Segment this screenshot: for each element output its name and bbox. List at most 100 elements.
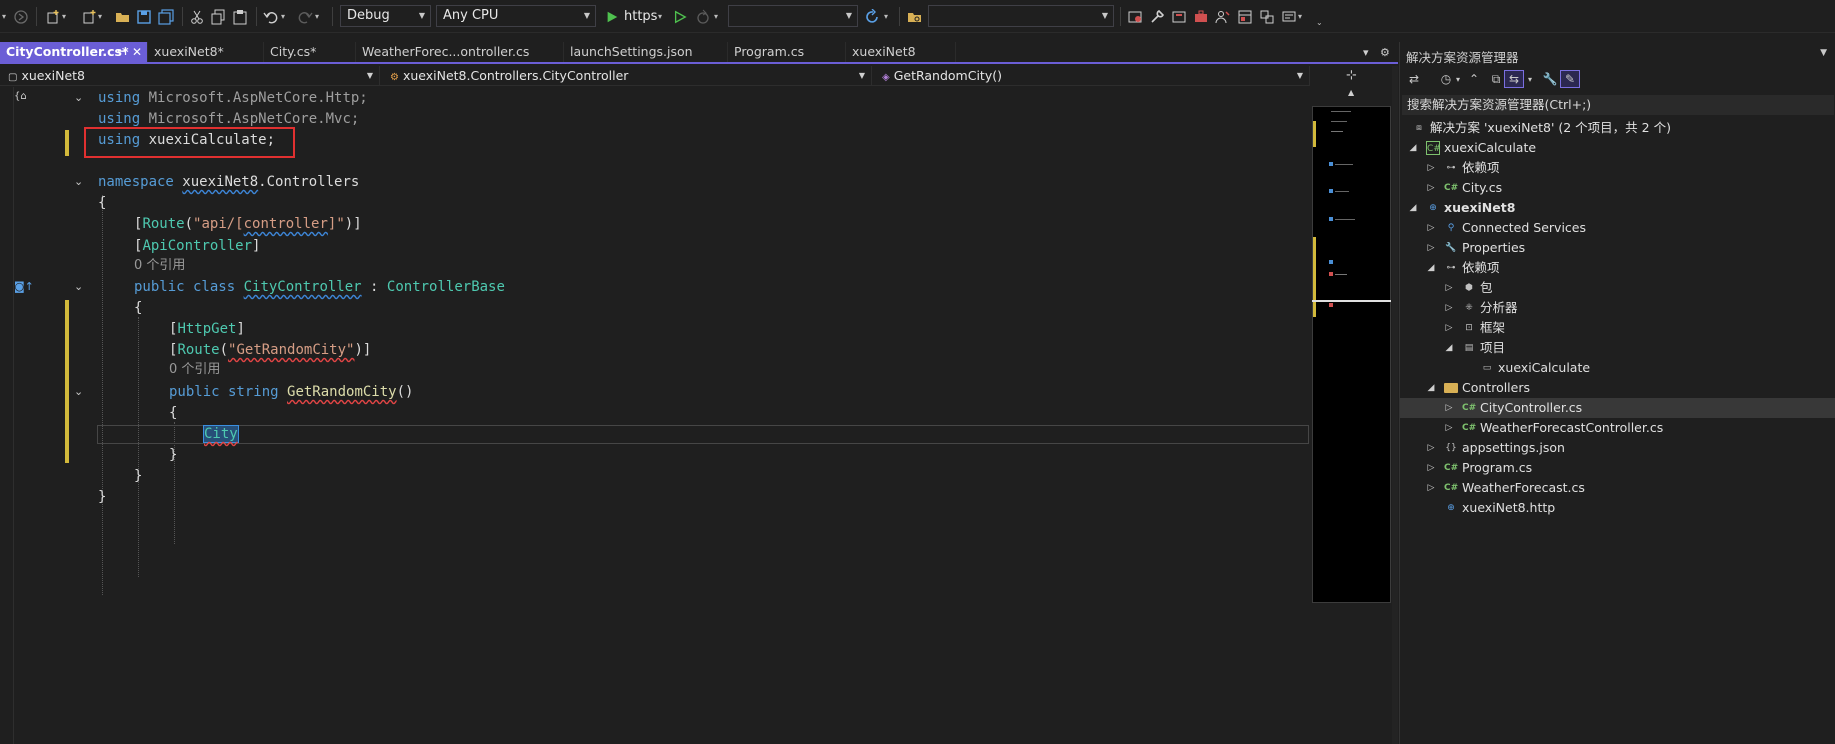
solution-search-input[interactable]: 搜索解决方案资源管理器(Ctrl+;): [1402, 95, 1834, 115]
refresh-caret-icon[interactable]: ▾: [884, 6, 888, 27]
code-line-class-decl[interactable]: public class CityController : Controller…: [134, 278, 505, 296]
tab-city-cs[interactable]: City.cs*: [264, 42, 356, 62]
save-all-icon[interactable]: [157, 6, 175, 27]
collapsed-arrow-icon[interactable]: ▷: [1444, 418, 1454, 438]
configuration-combo[interactable]: Debug ▼: [340, 5, 431, 27]
tree-item-program-cs[interactable]: ▷ C# Program.cs: [1400, 458, 1835, 478]
team-icon[interactable]: [1214, 6, 1232, 27]
type-dropdown[interactable]: ⚙ xuexiNet8.Controllers.CityController ▼: [382, 66, 872, 85]
add-item-caret-icon[interactable]: ▾: [98, 6, 102, 27]
cut-icon[interactable]: [188, 6, 206, 27]
forward-icon[interactable]: [12, 6, 30, 27]
collapsed-arrow-icon[interactable]: ▷: [1444, 398, 1454, 418]
undo-caret-icon[interactable]: ▾: [281, 6, 285, 27]
tree-item-weatherforecast-cs[interactable]: ▷ C# WeatherForecast.cs: [1400, 478, 1835, 498]
code-line-apicontroller-attr[interactable]: [ApiController]: [134, 237, 260, 255]
hot-reload-icon[interactable]: [694, 6, 712, 27]
windows-icon[interactable]: [1258, 6, 1276, 27]
toolbar-options-caret-icon[interactable]: ▾: [1298, 6, 1302, 27]
code-line-using-mvc[interactable]: using Microsoft.AspNetCore.Mvc;: [98, 110, 359, 128]
platform-combo[interactable]: Any CPU ▼: [436, 5, 596, 27]
code-line-route2-attr[interactable]: [Route("GetRandomCity")]: [169, 341, 371, 359]
expanded-arrow-icon[interactable]: ◢: [1408, 138, 1418, 158]
run-target-label[interactable]: https: [624, 6, 657, 27]
tab-weatherforecastcontroller[interactable]: WeatherForec...ontroller.cs: [356, 42, 564, 62]
copy-icon[interactable]: [209, 6, 227, 27]
glyph-margin[interactable]: [0, 87, 14, 744]
collapsed-arrow-icon[interactable]: ▷: [1426, 158, 1436, 178]
run-target-caret-icon[interactable]: ▾: [658, 6, 662, 27]
sync-with-active-document-icon[interactable]: ⇆: [1504, 70, 1524, 88]
undo-icon[interactable]: [262, 6, 280, 27]
expanded-arrow-icon[interactable]: ◢: [1408, 198, 1418, 218]
collapsed-arrow-icon[interactable]: ▷: [1444, 318, 1454, 338]
pin-icon[interactable]: ⊣: [117, 42, 127, 62]
code-line-brace[interactable]: {: [98, 194, 106, 212]
paste-icon[interactable]: [231, 6, 249, 27]
expanded-arrow-icon[interactable]: ◢: [1426, 378, 1436, 398]
code-minimap[interactable]: [1312, 106, 1391, 603]
breakpoint-window-icon[interactable]: [1126, 6, 1144, 27]
sync-caret-icon[interactable]: ▾: [1524, 70, 1536, 88]
code-line-class-open[interactable]: {: [134, 299, 142, 317]
code-line-method-close[interactable]: }: [169, 446, 177, 464]
layout-icon[interactable]: [1236, 6, 1254, 27]
tree-item-weatherforecastcontroller-cs[interactable]: ▷ C# WeatherForecastController.cs: [1400, 418, 1835, 438]
new-project-caret-icon[interactable]: ▾: [62, 6, 66, 27]
code-line-httpget-attr[interactable]: [HttpGet]: [169, 320, 245, 338]
expanded-arrow-icon[interactable]: ◢: [1444, 338, 1454, 358]
collapsed-arrow-icon[interactable]: ▷: [1444, 298, 1454, 318]
tree-item-projects[interactable]: ◢ ▤ 项目: [1400, 338, 1835, 358]
quick-actions-icon[interactable]: {⌂: [14, 91, 27, 102]
fold-chevron-icon[interactable]: ⌄: [74, 385, 83, 398]
code-line-ns-close[interactable]: }: [98, 488, 106, 506]
pending-changes-caret-icon[interactable]: ▾: [1452, 70, 1464, 88]
tree-item-properties[interactable]: ▷ 🔧 Properties: [1400, 238, 1835, 258]
bookmark-icon[interactable]: [1170, 6, 1188, 27]
tree-item-city-cs[interactable]: ▷ C# City.cs: [1400, 178, 1835, 198]
redo-icon[interactable]: [296, 6, 314, 27]
code-line-using-http[interactable]: using Microsoft.AspNetCore.Http;: [98, 89, 368, 107]
start-debug-icon[interactable]: [604, 6, 620, 27]
code-line-class-close[interactable]: }: [134, 467, 142, 485]
tree-item-connected-services[interactable]: ▷ ⚲ Connected Services: [1400, 218, 1835, 238]
show-all-files-icon[interactable]: ⧉: [1486, 70, 1506, 88]
panel-options-icon[interactable]: ▼: [1820, 48, 1827, 58]
wrench-icon[interactable]: [1148, 6, 1166, 27]
tree-item-dependencies[interactable]: ▷ ⊶ 依赖项: [1400, 158, 1835, 178]
toolbox-icon[interactable]: [1192, 6, 1210, 27]
save-icon[interactable]: [135, 6, 153, 27]
member-dropdown[interactable]: ◈ GetRandomCity() ▼: [874, 66, 1310, 85]
code-line-method-decl[interactable]: public string GetRandomCity(): [169, 383, 413, 401]
collapsed-arrow-icon[interactable]: ▷: [1444, 278, 1454, 298]
empty-combo-2[interactable]: ▼: [928, 5, 1114, 27]
code-line-method-open[interactable]: {: [169, 404, 177, 422]
project-dropdown[interactable]: ▢ xuexiNet8 ▼: [0, 66, 380, 85]
new-project-icon[interactable]: [44, 6, 62, 27]
close-icon[interactable]: ✕: [132, 42, 142, 62]
city-token[interactable]: City: [203, 425, 239, 443]
tab-list-dropdown-icon[interactable]: ▾: [1363, 46, 1369, 59]
switch-views-icon[interactable]: ⇄: [1404, 70, 1424, 88]
split-editor-icon[interactable]: ⊹: [1346, 68, 1357, 83]
fold-chevron-icon[interactable]: ⌄: [74, 91, 83, 104]
tab-settings-gear-icon[interactable]: ⚙: [1380, 46, 1390, 59]
fold-chevron-icon[interactable]: ⌄: [74, 280, 83, 293]
tree-item-appsettings-json[interactable]: ▷ {} appsettings.json: [1400, 438, 1835, 458]
tab-launchsettings[interactable]: launchSettings.json: [564, 42, 728, 62]
properties-wrench-icon[interactable]: 🔧: [1540, 70, 1560, 88]
tab-citycontroller[interactable]: CityController.cs* ⊣ ✕: [0, 42, 148, 62]
tab-xuexinet8[interactable]: xuexiNet8: [846, 42, 956, 62]
tree-item-controllers-folder[interactable]: ◢ Controllers: [1400, 378, 1835, 398]
tree-item-solution[interactable]: ⧈ 解决方案 'xuexiNet8' (2 个项目，共 2 个): [1400, 118, 1835, 138]
start-without-debug-icon[interactable]: [672, 6, 688, 27]
hot-reload-caret-icon[interactable]: ▾: [714, 6, 718, 27]
tab-xuexinet8-project[interactable]: xuexiNet8*: [148, 42, 264, 62]
find-in-files-icon[interactable]: [906, 6, 924, 27]
tree-item-frameworks[interactable]: ▷ ⊡ 框架: [1400, 318, 1835, 338]
scroll-up-icon[interactable]: ▲: [1348, 88, 1354, 97]
tree-item-xuexicalculate-ref[interactable]: ▭ xuexiCalculate: [1400, 358, 1835, 378]
toolbar-overflow-icon[interactable]: ⌄: [1316, 12, 1323, 33]
code-line-route-attr[interactable]: [Route("api/[controller]")]: [134, 215, 362, 233]
collapsed-arrow-icon[interactable]: ▷: [1426, 218, 1436, 238]
